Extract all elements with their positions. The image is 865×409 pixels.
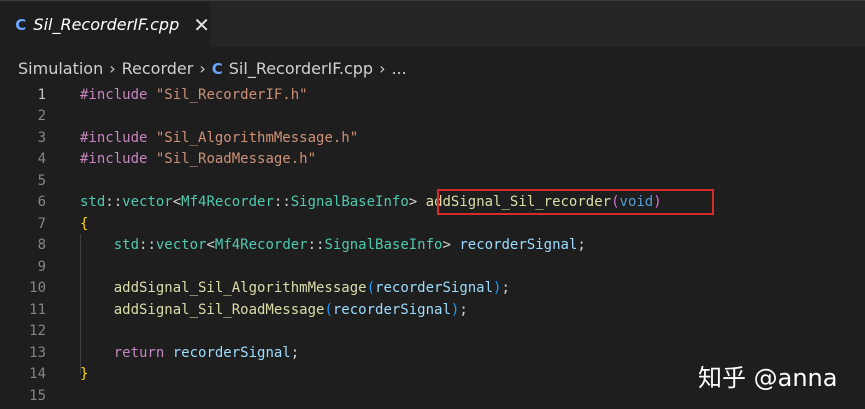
code-line[interactable]: 9 <box>0 256 865 278</box>
code-line[interactable]: 4 #include "Sil_RoadMessage.h" <box>0 149 865 171</box>
line-number: 6 <box>37 194 46 211</box>
line-number: 11 <box>29 301 46 318</box>
code-text: addSignal_Sil_AlgorithmMessage(recorderS… <box>113 280 510 297</box>
line-number: 14 <box>29 366 46 383</box>
breadcrumb: Simulation › Recorder › C Sil_RecorderIF.… <box>0 53 865 83</box>
chevron-right-icon: › <box>379 58 386 78</box>
code-text: #include "Sil_AlgorithmMessage.h" <box>80 129 359 146</box>
breadcrumb-item-simulation[interactable]: Simulation <box>18 59 103 78</box>
code-line[interactable]: 2 <box>0 106 865 128</box>
code-line[interactable]: 6 std::vector<Mf4Recorder::SignalBaseInf… <box>0 192 865 214</box>
line-number: 3 <box>37 129 46 146</box>
highlight-annotation-box <box>437 189 714 215</box>
code-text: return recorderSignal; <box>113 344 300 361</box>
cpp-file-icon: C <box>15 15 27 34</box>
line-number: 15 <box>29 387 46 404</box>
code-line[interactable]: 1 #include "Sil_RecorderIF.h" <box>0 84 865 106</box>
breadcrumb-file-label: Sil_RecorderIF.cpp <box>228 58 374 78</box>
code-text: addSignal_Sil_RoadMessage(recorderSignal… <box>113 301 468 318</box>
code-text: std::vector<Mf4Recorder::SignalBaseInfo>… <box>113 237 586 254</box>
line-number: 8 <box>37 237 46 254</box>
code-line[interactable]: 10 addSignal_Sil_AlgorithmMessage(record… <box>0 278 865 300</box>
code-line[interactable]: 7 { <box>0 213 865 235</box>
line-number: 5 <box>37 172 46 189</box>
cpp-file-icon: C <box>211 59 223 78</box>
tab-bar: C Sil_RecorderIF.cpp ✕ <box>0 0 865 47</box>
code-line[interactable]: 11 addSignal_Sil_RoadMessage(recorderSig… <box>0 299 865 321</box>
code-text: } <box>80 366 89 383</box>
code-text: { <box>80 215 89 232</box>
tab-sil-recorderif-cpp[interactable]: C Sil_RecorderIF.cpp ✕ <box>0 2 210 47</box>
close-icon[interactable]: ✕ <box>193 15 210 35</box>
code-line[interactable]: 12 <box>0 321 865 343</box>
code-line[interactable]: 5 <box>0 170 865 192</box>
line-number: 1 <box>37 86 46 103</box>
code-line[interactable]: 8 std::vector<Mf4Recorder::SignalBaseInf… <box>0 235 865 257</box>
line-number: 4 <box>37 151 46 168</box>
line-number: 12 <box>29 323 46 340</box>
tab-label: Sil_RecorderIF.cpp <box>33 15 180 34</box>
chevron-right-icon: › <box>109 58 116 78</box>
code-text: #include "Sil_RecorderIF.h" <box>80 86 308 103</box>
code-text: #include "Sil_RoadMessage.h" <box>80 151 317 168</box>
line-number: 9 <box>37 258 46 275</box>
watermark: 知乎 @anna <box>698 364 838 392</box>
chevron-right-icon: › <box>199 58 206 78</box>
breadcrumb-item-file[interactable]: C Sil_RecorderIF.cpp <box>212 59 373 78</box>
code-line[interactable]: 3 #include "Sil_AlgorithmMessage.h" <box>0 127 865 149</box>
line-number: 10 <box>29 280 46 297</box>
line-number: 7 <box>37 215 46 232</box>
line-number: 13 <box>29 344 46 361</box>
breadcrumb-item-recorder[interactable]: Recorder <box>122 59 194 78</box>
breadcrumb-more[interactable]: ... <box>391 59 406 78</box>
line-number: 2 <box>37 108 46 125</box>
